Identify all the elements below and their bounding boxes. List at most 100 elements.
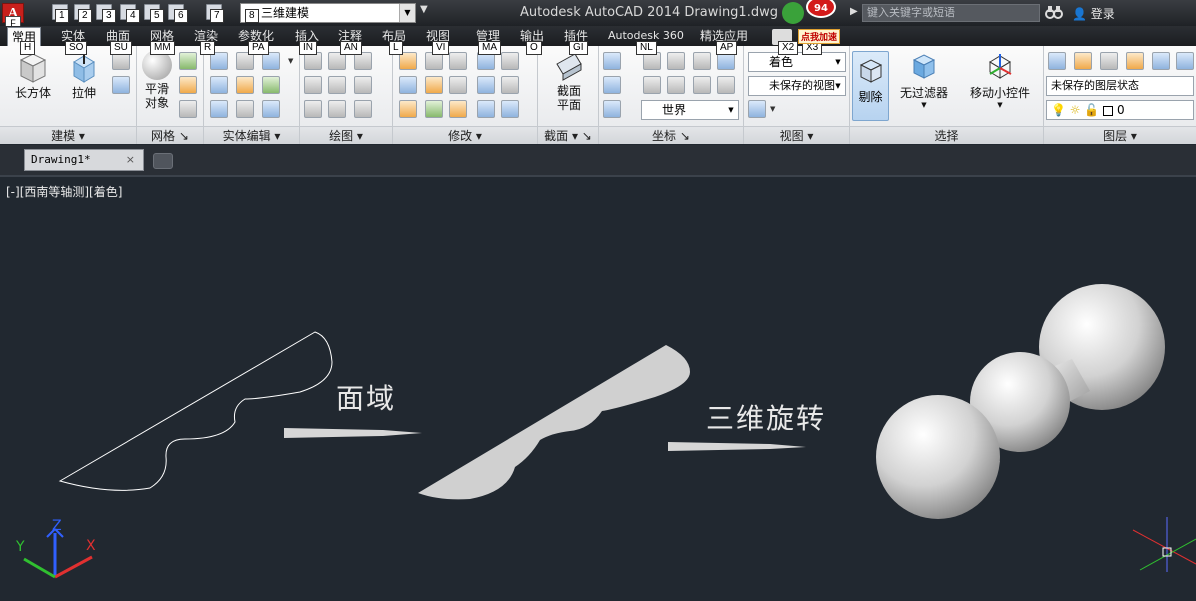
mirror-icon[interactable] <box>501 100 519 118</box>
window-title: Autodesk AutoCAD 2014 Drawing1.dwg <box>520 5 778 20</box>
refine-mesh-icon[interactable] <box>179 100 197 118</box>
application-menu-button[interactable]: A F <box>2 3 24 30</box>
circle-icon[interactable] <box>354 76 372 94</box>
ucs-selector[interactable]: 世界 ▼ <box>641 100 739 120</box>
thicken-icon[interactable] <box>236 100 254 118</box>
spline-icon[interactable] <box>304 76 322 94</box>
polygon-icon[interactable] <box>304 100 322 118</box>
3d-align-icon[interactable] <box>425 100 443 118</box>
color-swatch-icon <box>1103 105 1114 116</box>
chamfer-icon[interactable] <box>501 76 519 94</box>
layer-walk-icon[interactable] <box>1176 52 1194 70</box>
panel-title-layers[interactable]: 图层 ▾ <box>1044 126 1196 144</box>
smooth-object-button[interactable]: 平滑 对象 <box>139 50 175 110</box>
polysolid-icon[interactable] <box>112 76 130 94</box>
layer-freeze-icon[interactable] <box>1074 52 1092 70</box>
extrude-button[interactable]: 拉伸 <box>62 50 106 101</box>
erase-icon[interactable] <box>399 100 417 118</box>
chevron-down-icon[interactable]: ▼ <box>288 52 295 70</box>
expand-arrow-icon[interactable]: ▶ <box>850 6 858 17</box>
smooth-less-icon[interactable] <box>179 76 197 94</box>
search-input[interactable]: 键入关键字或短语 <box>862 4 1040 22</box>
separate-icon[interactable] <box>262 100 280 118</box>
keytip-4: 4 <box>126 9 140 23</box>
panel-title-mesh[interactable]: 网格 ↘ <box>137 126 203 144</box>
viewport-config-icon[interactable] <box>748 100 766 118</box>
keytip-ma: MA <box>478 41 501 55</box>
panel-title-modeling[interactable]: 建模 ▾ <box>0 126 136 144</box>
subtract-icon[interactable] <box>210 76 228 94</box>
ucs-icon[interactable] <box>603 52 621 70</box>
rotate-icon[interactable] <box>449 76 467 94</box>
ucs-face-icon[interactable] <box>667 52 685 70</box>
ucs-y-icon[interactable] <box>693 76 711 94</box>
chevron-down-icon[interactable]: ▼ <box>724 101 738 119</box>
keytip-an: AN <box>340 41 362 55</box>
binoculars-icon[interactable] <box>1045 4 1065 22</box>
copy-icon[interactable] <box>477 76 495 94</box>
cull-label: 剔除 <box>858 90 883 104</box>
section-plane-button[interactable]: 截面 平面 <box>546 50 592 112</box>
panel-title-section[interactable]: 截面 ▾ ↘ <box>538 126 598 144</box>
speedup-button[interactable]: 点我加速 <box>798 29 841 44</box>
ucs-z-icon[interactable] <box>717 76 735 94</box>
no-filter-button[interactable]: 无过滤器 ▼ <box>896 50 952 109</box>
layer-properties-icon[interactable] <box>1048 52 1066 70</box>
stretch-icon[interactable] <box>477 100 495 118</box>
scale-icon[interactable] <box>449 100 467 118</box>
layer-isolate-icon[interactable] <box>1100 52 1118 70</box>
ucs-3point-icon[interactable] <box>693 52 711 70</box>
mascot-icon[interactable] <box>782 2 804 24</box>
move-icon[interactable] <box>449 52 467 70</box>
qa-customize-icon[interactable]: ▼ <box>420 4 428 15</box>
sign-in-button[interactable]: 👤 登录 <box>1072 5 1115 22</box>
named-view-selector[interactable]: 未保存的视图 ▼ <box>748 76 846 96</box>
box-button[interactable]: 长方体 <box>10 50 56 101</box>
visual-style-value: 着色 <box>769 55 794 69</box>
layer-state-selector[interactable]: 未保存的图层状态 <box>1046 76 1194 96</box>
layer-match-icon[interactable] <box>1152 52 1170 70</box>
new-document-tab-button[interactable] <box>153 153 173 169</box>
arrow-to-revolve <box>668 442 806 451</box>
ucs-previous-icon[interactable] <box>643 76 661 94</box>
smooth-more-icon[interactable] <box>179 52 197 70</box>
workspace-selector[interactable]: 三维建模 ▼ <box>240 3 416 23</box>
cull-button[interactable]: 剔除 <box>852 51 889 121</box>
panel-title-draw[interactable]: 绘图 ▾ <box>300 126 392 144</box>
panel-title-solid-editing[interactable]: 实体编辑 ▾ <box>204 126 299 144</box>
rectangle-icon[interactable] <box>328 100 346 118</box>
ellipse-icon[interactable] <box>354 100 372 118</box>
chevron-down-icon[interactable]: ▼ <box>964 101 1036 109</box>
3d-rotate-icon[interactable] <box>425 76 443 94</box>
chevron-down-icon[interactable]: ▼ <box>770 100 777 118</box>
chevron-down-icon[interactable]: ▼ <box>831 53 845 71</box>
drawing-viewport[interactable]: [-][西南等轴测][着色] 面域 三维旋转 Z X Y <box>0 175 1196 599</box>
panel-title-modify[interactable]: 修改 ▾ <box>393 126 537 144</box>
panel-title-view[interactable]: 视图 ▾ <box>744 126 849 144</box>
document-tab-drawing1[interactable]: Drawing1* × <box>24 149 144 171</box>
chevron-down-icon[interactable]: ▼ <box>831 77 845 95</box>
keytip-r: R <box>200 41 216 55</box>
extract-icon[interactable] <box>262 76 280 94</box>
visual-style-selector[interactable]: 着色 ▼ <box>748 52 846 72</box>
ucs-view-icon[interactable] <box>603 100 621 118</box>
panel-title-coordinates[interactable]: 坐标 ↘ <box>599 126 743 144</box>
intersect-icon[interactable] <box>210 100 228 118</box>
layer-selector[interactable]: 💡 ☼ 🔓 0 <box>1046 100 1194 120</box>
panel-title-selection[interactable]: 选择 <box>850 126 1043 144</box>
trim-icon[interactable] <box>501 52 519 70</box>
chevron-down-icon[interactable]: ▼ <box>896 101 952 109</box>
keytip-mm: MM <box>150 41 175 55</box>
ucs-origin-icon[interactable] <box>603 76 621 94</box>
close-icon[interactable]: × <box>126 150 135 170</box>
notification-badge[interactable]: 94 <box>806 0 836 18</box>
move-gizmo-button[interactable]: 移动小控件 ▼ <box>964 50 1036 109</box>
chevron-down-icon[interactable]: ▼ <box>399 4 415 22</box>
keytip-pa: PA <box>248 41 269 55</box>
fillet-icon[interactable] <box>399 76 417 94</box>
keytip-7: 7 <box>210 9 224 23</box>
ucs-x-icon[interactable] <box>667 76 685 94</box>
slice-icon[interactable] <box>236 76 254 94</box>
line-segment-icon[interactable] <box>328 76 346 94</box>
layer-off-icon[interactable] <box>1126 52 1144 70</box>
